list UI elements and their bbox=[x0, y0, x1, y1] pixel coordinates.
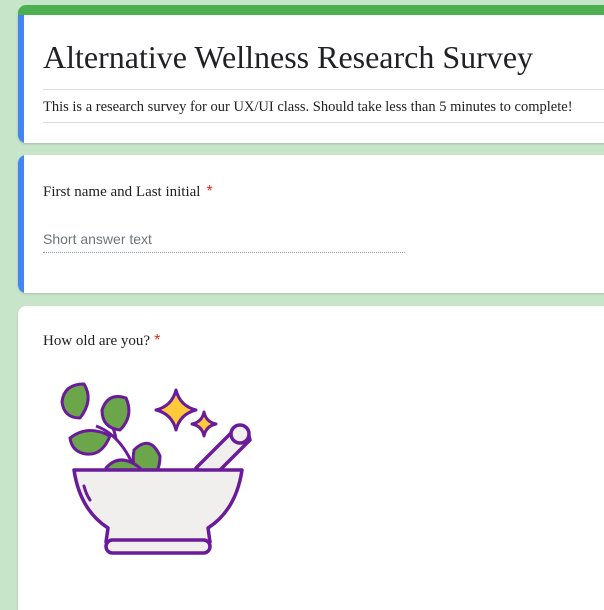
question-title: How old are you? * bbox=[43, 332, 160, 350]
description-divider bbox=[43, 122, 604, 123]
question-title: First name and Last initial * bbox=[43, 183, 213, 201]
required-asterisk: * bbox=[154, 332, 161, 349]
focus-indicator bbox=[18, 155, 24, 293]
accent-bar bbox=[18, 5, 604, 15]
question-card-age[interactable]: How old are you? * bbox=[18, 306, 604, 610]
form-description: This is a research survey for our UX/UI … bbox=[43, 99, 573, 115]
question-title-text: How old are you? bbox=[43, 333, 151, 349]
focus-indicator bbox=[18, 15, 24, 143]
title-divider bbox=[43, 89, 604, 90]
required-asterisk: * bbox=[206, 183, 213, 200]
question-card-name[interactable]: First name and Last initial * bbox=[18, 155, 604, 293]
question-title-text: First name and Last initial bbox=[43, 184, 201, 200]
form-title: Alternative Wellness Research Survey bbox=[43, 39, 534, 75]
mortar-pestle-herbs-icon bbox=[60, 382, 252, 555]
form-header-card: Alternative Wellness Research Survey Thi… bbox=[18, 5, 604, 143]
short-answer-input[interactable] bbox=[43, 225, 405, 253]
